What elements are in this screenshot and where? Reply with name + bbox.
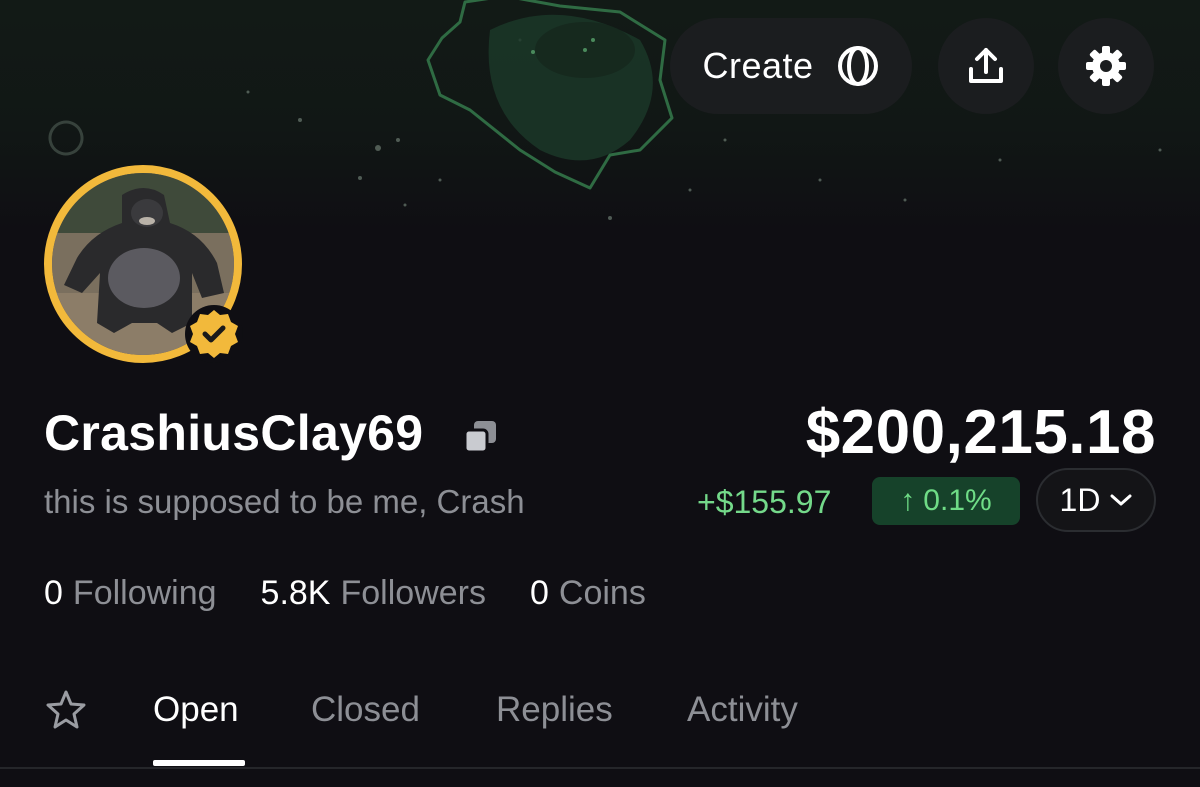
- profile-stats: 0 Following 5.8K Followers 0 Coins: [44, 572, 690, 614]
- profile-tabs: Open Closed Replies Activity: [0, 680, 1200, 770]
- ring-coin-icon: [837, 46, 878, 86]
- time-range-value: 1D: [1059, 481, 1101, 518]
- gear-icon: [1086, 46, 1126, 86]
- coins-stat[interactable]: 0 Coins: [530, 572, 646, 614]
- copy-icon[interactable]: [462, 418, 500, 456]
- followers-stat[interactable]: 5.8K Followers: [261, 572, 486, 614]
- share-upload-icon: [969, 48, 1003, 83]
- coins-label: Coins: [558, 574, 646, 612]
- active-tab-indicator: [153, 760, 245, 766]
- star-icon[interactable]: [44, 688, 88, 732]
- verified-badge-icon: [185, 305, 243, 363]
- coins-count: 0: [529, 574, 549, 612]
- share-button[interactable]: [938, 18, 1034, 114]
- create-label: Create: [702, 45, 814, 86]
- tab-activity[interactable]: Activity: [687, 688, 798, 732]
- create-button[interactable]: Create: [670, 18, 912, 114]
- change-percent-badge: ↑ 0.1%: [872, 477, 1020, 525]
- followers-label: Followers: [340, 574, 486, 612]
- following-stat[interactable]: 0 Following: [44, 572, 217, 614]
- tab-replies[interactable]: Replies: [496, 688, 613, 732]
- following-label: Following: [72, 574, 217, 612]
- portfolio-balance: $200,215.18: [805, 398, 1156, 467]
- following-count: 0: [44, 574, 63, 612]
- time-range-selector[interactable]: 1D: [1036, 468, 1156, 532]
- followers-count: 5.8K: [260, 574, 331, 612]
- chevron-down-icon: [1110, 494, 1132, 506]
- tabs-divider: [0, 767, 1200, 769]
- tab-closed[interactable]: Closed: [311, 688, 420, 732]
- tab-open[interactable]: Open: [153, 688, 239, 732]
- profile-bio: this is supposed to be me, Crash: [44, 483, 525, 520]
- portfolio-change: +$155.97: [697, 484, 832, 520]
- username: CrashiusClay69: [44, 405, 424, 461]
- change-percent: 0.1%: [923, 484, 992, 517]
- settings-button[interactable]: [1058, 18, 1154, 114]
- up-arrow-icon: ↑: [900, 484, 916, 517]
